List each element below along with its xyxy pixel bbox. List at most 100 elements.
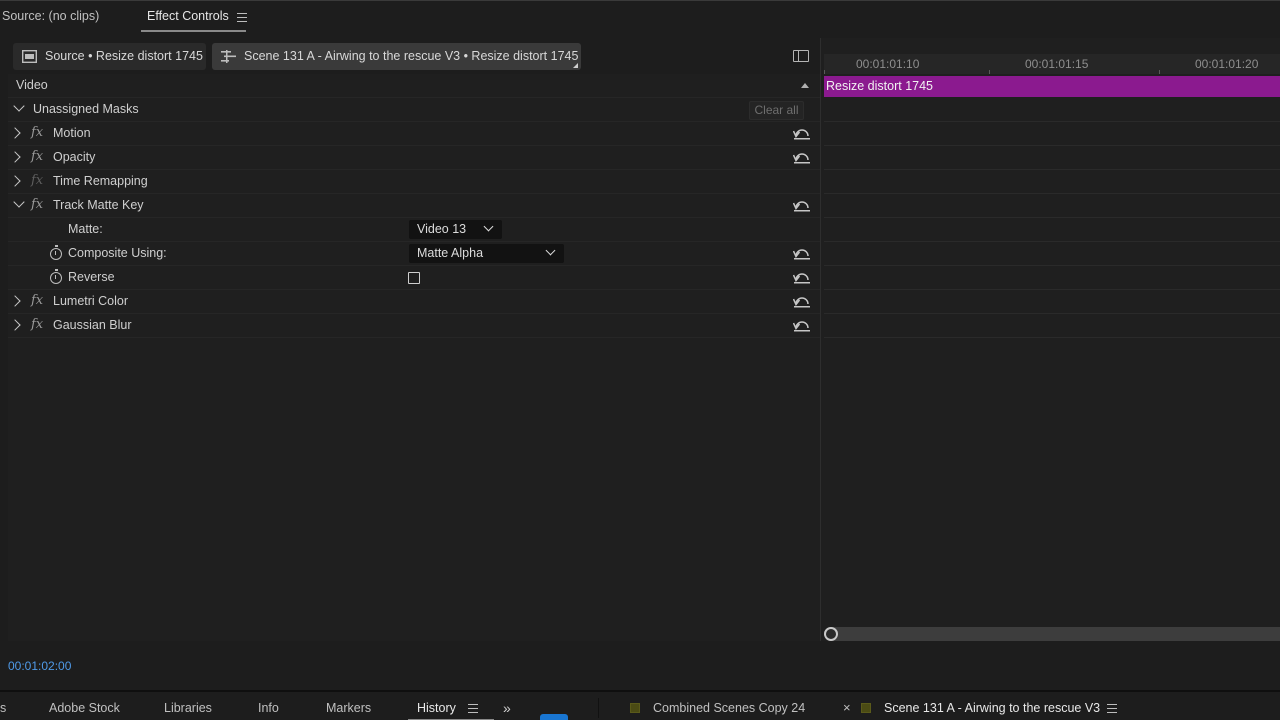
chevron-down-icon <box>483 221 494 232</box>
effect-controls-menu-icon[interactable] <box>237 13 247 22</box>
reset-icon[interactable] <box>793 294 811 308</box>
scroll-up-icon[interactable] <box>801 83 809 88</box>
close-tab-icon[interactable]: × <box>843 700 851 715</box>
reset-icon[interactable] <box>793 198 811 212</box>
time-ruler[interactable]: 00:01:01:10 00:01:01:15 00:01:01:20 <box>824 54 1280 74</box>
tab-libraries[interactable]: Libraries <box>164 701 212 715</box>
effect-row-lumetri-color[interactable]: fx Lumetri Color <box>8 290 820 314</box>
chevron-right-icon[interactable] <box>9 127 21 139</box>
effect-list: Video Unassigned Masks Clear all fx Moti… <box>8 74 820 641</box>
reset-icon[interactable] <box>793 270 811 284</box>
timeline-row-divider <box>824 145 1280 146</box>
fx-icon[interactable]: fx <box>31 197 43 212</box>
chevron-right-icon[interactable] <box>9 151 21 163</box>
fx-icon[interactable]: fx <box>31 149 43 164</box>
chevron-down-icon[interactable] <box>13 196 25 208</box>
ruler-label: 00:01:01:10 <box>856 57 920 71</box>
reverse-checkbox[interactable] <box>408 272 420 284</box>
timeline-row-divider <box>824 265 1280 266</box>
effect-label-track-matte-key: Track Matte Key <box>53 198 144 212</box>
chevron-down-icon[interactable] <box>13 100 25 112</box>
overflow-tabs-icon[interactable]: » <box>503 700 511 716</box>
sequence-color-swatch <box>630 703 640 713</box>
source-clip-label: Source • Resize distort 1745 <box>45 49 203 63</box>
tab-history[interactable]: History <box>417 701 456 715</box>
history-menu-icon[interactable] <box>468 704 478 713</box>
effect-row-gaussian-blur[interactable]: fx Gaussian Blur <box>8 314 820 338</box>
play-button[interactable] <box>540 714 568 720</box>
reset-icon[interactable] <box>793 246 811 260</box>
tab-sequence-scene-131[interactable]: Scene 131 A - Airwing to the rescue V3 <box>884 701 1100 715</box>
dropdown-corner-icon <box>573 63 578 68</box>
stopwatch-icon[interactable] <box>50 269 62 284</box>
fx-icon[interactable]: fx <box>31 317 43 332</box>
timeline-horizontal-scrollbar[interactable] <box>824 627 1280 641</box>
effect-label-opacity: Opacity <box>53 150 96 164</box>
timeline-row-divider <box>824 121 1280 122</box>
video-header-row: Video <box>8 74 820 98</box>
tab-effect-controls[interactable]: Effect Controls <box>147 9 229 23</box>
fx-icon[interactable]: fx <box>31 293 43 308</box>
timeline-row-divider <box>824 313 1280 314</box>
active-tab-indicator <box>141 30 246 32</box>
clear-all-button[interactable]: Clear all <box>749 101 804 120</box>
param-label-reverse: Reverse <box>68 270 115 284</box>
unassigned-masks-label: Unassigned Masks <box>33 102 139 116</box>
timeline-row-divider <box>824 241 1280 242</box>
tab-source[interactable]: Source: (no clips) <box>2 9 99 23</box>
fx-icon: fx <box>31 173 44 188</box>
tab-markers[interactable]: Markers <box>326 701 371 715</box>
chevron-down-icon <box>545 245 556 256</box>
toggle-timeline-view-icon[interactable] <box>793 50 809 62</box>
reset-icon[interactable] <box>793 126 811 140</box>
timeline-clip[interactable]: Resize distort 1745 <box>824 76 1280 97</box>
reset-icon[interactable] <box>793 318 811 332</box>
sequence-icon <box>221 50 236 63</box>
composite-using-dropdown[interactable]: Matte Alpha <box>409 244 564 263</box>
effect-label-time-remapping: Time Remapping <box>53 174 148 188</box>
param-row-composite-using: Composite Using: Matte Alpha <box>8 242 820 266</box>
reset-icon[interactable] <box>793 150 811 164</box>
effect-row-time-remapping[interactable]: fx Time Remapping <box>8 170 820 194</box>
effect-label-lumetri-color: Lumetri Color <box>53 294 129 308</box>
param-label-matte: Matte: <box>68 222 103 236</box>
chevron-right-icon[interactable] <box>9 295 21 307</box>
tab-partial[interactable]: s <box>0 701 6 715</box>
scrollbar-handle[interactable] <box>824 627 838 641</box>
panel-divider <box>598 698 599 718</box>
timeline-row-divider <box>824 337 1280 338</box>
clip-icon <box>22 50 37 63</box>
timeline-clip-label: Resize distort 1745 <box>826 79 934 93</box>
current-timecode[interactable]: 00:01:02:00 <box>8 659 71 673</box>
effect-label-gaussian-blur: Gaussian Blur <box>53 318 132 332</box>
chevron-right-icon[interactable] <box>9 319 21 331</box>
sequence-clip-button[interactable]: Scene 131 A - Airwing to the rescue V3 •… <box>212 43 581 70</box>
matte-dropdown[interactable]: Video 13 <box>409 220 502 239</box>
unassigned-masks-row[interactable]: Unassigned Masks Clear all <box>8 98 820 122</box>
chevron-right-icon[interactable] <box>9 175 21 187</box>
effect-row-motion[interactable]: fx Motion <box>8 122 820 146</box>
stopwatch-icon[interactable] <box>50 245 62 260</box>
effect-timeline[interactable]: 00:01:01:10 00:01:01:15 00:01:01:20 Resi… <box>820 38 1280 641</box>
sequence-menu-icon[interactable] <box>1107 704 1117 713</box>
timeline-row-divider <box>824 217 1280 218</box>
param-row-matte: Matte: Video 13 <box>8 218 820 242</box>
timeline-row-divider <box>824 169 1280 170</box>
effect-row-opacity[interactable]: fx Opacity <box>8 146 820 170</box>
ruler-tick <box>1159 70 1160 74</box>
video-header-label: Video <box>16 78 48 92</box>
sequence-clip-label: Scene 131 A - Airwing to the rescue V3 •… <box>244 49 579 63</box>
bottom-panel-tabs: s Adobe Stock Libraries Info Markers His… <box>0 690 1280 720</box>
tab-info[interactable]: Info <box>258 701 279 715</box>
param-label-composite-using: Composite Using: <box>68 246 167 260</box>
effect-label-motion: Motion <box>53 126 91 140</box>
ruler-tick <box>989 70 990 74</box>
timeline-row-divider <box>824 193 1280 194</box>
fx-icon[interactable]: fx <box>31 125 43 140</box>
ruler-tick <box>824 70 825 74</box>
tab-sequence-combined-scenes[interactable]: Combined Scenes Copy 24 <box>653 701 805 715</box>
source-clip-button[interactable]: Source • Resize distort 1745 <box>13 43 206 70</box>
effect-row-track-matte-key[interactable]: fx Track Matte Key <box>8 194 820 218</box>
sequence-color-swatch <box>861 703 871 713</box>
tab-adobe-stock[interactable]: Adobe Stock <box>49 701 120 715</box>
